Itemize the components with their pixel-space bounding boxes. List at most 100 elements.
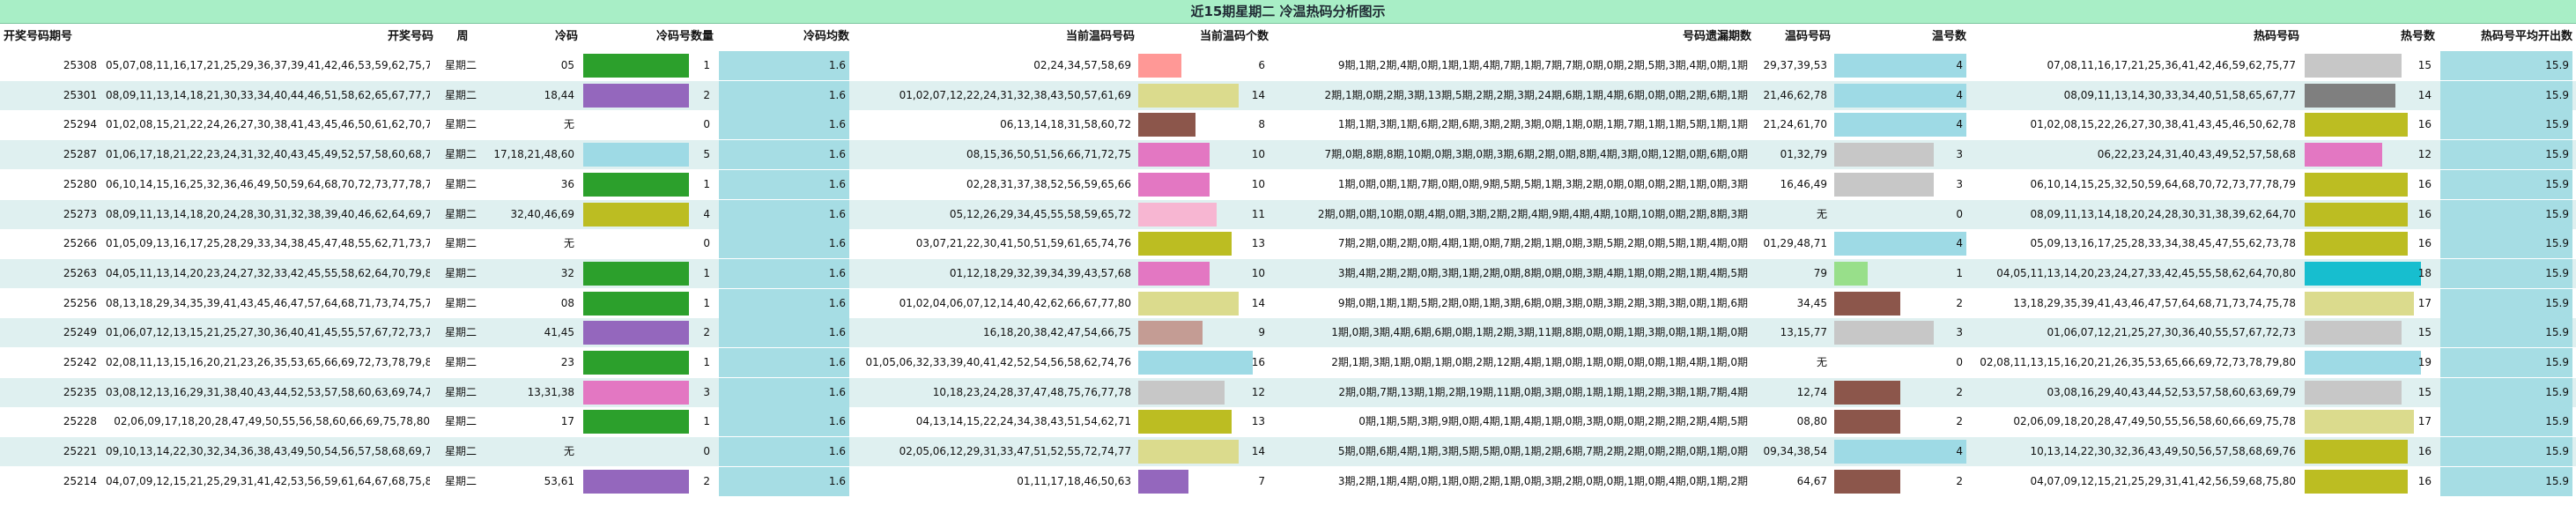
- warm-current-cell: 10,18,23,24,28,37,47,48,75,76,77,78: [932, 385, 1131, 398]
- hot-avg-cell: 15.9: [2545, 415, 2569, 428]
- table-row[interactable]: 25249 01,06,07,12,13,15,21,25,27,30,36,40…: [0, 318, 2576, 348]
- warm-current-cell: 02,05,06,12,29,31,33,47,51,52,55,72,74,7…: [899, 445, 1131, 458]
- cold-avg-cell: 1.6: [828, 266, 846, 279]
- warm-cell: 12,74: [1796, 385, 1827, 398]
- week-cell: 星期二: [444, 177, 477, 190]
- cold-avg-cell: 1.6: [828, 177, 846, 190]
- hot-count-cell: 16: [2417, 445, 2432, 458]
- hot-count-cell: 16: [2417, 177, 2432, 190]
- cold-cell: 08: [560, 296, 574, 309]
- warm-count-cell: 4: [1956, 237, 1963, 250]
- hot-count-cell: 17: [2417, 296, 2432, 309]
- warm-cell: 29,37,39,53: [1763, 59, 1827, 71]
- miss-cell: 5期,0期,6期,4期,1期,3期,5期,5期,0期,1期,2期,6期,7期,2…: [1337, 445, 1748, 458]
- warm-count-cell: 2: [1956, 474, 1963, 487]
- hot-count-cell: 16: [2417, 118, 2432, 131]
- cold-avg-cell: 1.6: [828, 118, 846, 131]
- cold-cell: 无: [563, 118, 574, 131]
- cold-count-cell: 5: [703, 148, 710, 161]
- numbers-cell: 02,06,09,17,18,20,28,47,49,50,55,56,58,6…: [114, 415, 430, 428]
- miss-cell: 1期,0期,0期,1期,7期,0期,0期,9期,5期,5期,1期,3期,2期,0…: [1337, 177, 1748, 190]
- warm-current-count-cell: 13: [1251, 237, 1265, 250]
- warm-cell: 79: [1813, 266, 1827, 279]
- table-row[interactable]: 25221 09,10,13,14,22,30,32,34,36,38,43,49…: [0, 437, 2576, 467]
- table-row[interactable]: 25235 03,08,12,13,16,29,31,38,40,43,44,52…: [0, 377, 2576, 407]
- header-cold[interactable]: 冷码: [488, 24, 578, 50]
- week-cell: 星期二: [444, 88, 477, 101]
- header-warm-current[interactable]: 当前温码号码: [855, 24, 1135, 50]
- sheet-title: 近15期星期二 冷温热码分析图示: [0, 0, 2576, 24]
- miss-cell: 3期,2期,1期,4期,0期,1期,0期,2期,1期,0期,3期,2期,0期,0…: [1337, 474, 1748, 487]
- header-hot-count[interactable]: 热号数: [2303, 24, 2435, 50]
- cold-avg-cell: 1.6: [828, 415, 846, 428]
- header-cold-avg[interactable]: 冷码均数: [719, 24, 849, 50]
- warm-count-cell: 4: [1956, 445, 1963, 458]
- hot-avg-cell: 15.9: [2545, 177, 2569, 190]
- table-row[interactable]: 25242 02,08,11,13,15,16,20,21,23,26,35,53…: [0, 348, 2576, 377]
- numbers-cell: 08,13,18,29,34,35,39,41,43,45,46,47,57,6…: [106, 296, 430, 309]
- cold-avg-cell: 1.6: [828, 148, 846, 161]
- miss-cell: 7期,0期,8期,8期,10期,0期,3期,0期,3期,6期,2期,0期,8期,…: [1324, 148, 1748, 161]
- warm-current-count-cell: 11: [1251, 207, 1265, 220]
- warm-count-cell: 3: [1956, 177, 1963, 190]
- warm-current-cell: 02,28,31,37,38,52,56,59,65,66: [966, 177, 1131, 190]
- warm-current-cell: 03,07,21,22,30,41,50,51,59,61,65,74,76: [915, 237, 1131, 250]
- week-cell: 星期二: [444, 296, 477, 309]
- header-warm-count[interactable]: 温号数: [1834, 24, 1966, 50]
- hot-cell: 01,06,07,12,21,25,27,30,36,40,55,57,67,7…: [2047, 326, 2296, 339]
- table-row[interactable]: 25228 02,06,09,17,18,20,28,47,49,50,55,56…: [0, 407, 2576, 437]
- cold-avg-cell: 1.6: [828, 474, 846, 487]
- week-cell: 星期二: [444, 356, 477, 368]
- hot-avg-cell: 15.9: [2545, 296, 2569, 309]
- hot-avg-cell: 15.9: [2545, 118, 2569, 131]
- cold-count-cell: 1: [703, 356, 710, 368]
- miss-cell: 3期,4期,2期,2期,0期,3期,1期,2期,0期,8期,0期,0期,3期,4…: [1337, 266, 1748, 279]
- week-cell: 星期二: [444, 148, 477, 161]
- table-row[interactable]: 25273 08,09,11,13,14,18,20,24,28,30,31,32…: [0, 199, 2576, 229]
- issue-cell: 25301: [63, 88, 97, 101]
- warm-current-cell: 04,13,14,15,22,24,34,38,43,51,54,62,71: [915, 415, 1131, 428]
- header-warm-current-count[interactable]: 当前温码个数: [1136, 24, 1269, 50]
- header-week[interactable]: 周: [440, 24, 485, 50]
- table-row[interactable]: 25266 01,05,09,13,16,17,25,28,29,33,34,38…: [0, 229, 2576, 259]
- header-miss[interactable]: 号码遗漏期数: [1272, 24, 1751, 50]
- table-row[interactable]: 25280 06,10,14,15,16,25,32,36,46,49,50,59…: [0, 169, 2576, 199]
- table-row[interactable]: 25256 08,13,18,29,34,35,39,41,43,45,46,47…: [0, 288, 2576, 318]
- table-row[interactable]: 25294 01,02,08,15,21,22,24,26,27,30,38,41…: [0, 110, 2576, 140]
- table-row[interactable]: 25214 04,07,09,12,15,21,25,29,31,41,42,53…: [0, 466, 2576, 496]
- header-hot[interactable]: 热码号码: [1970, 24, 2299, 50]
- cold-cell: 53,61: [544, 474, 574, 487]
- week-cell: 星期二: [444, 326, 477, 339]
- issue-cell: 25294: [63, 118, 97, 131]
- cold-avg-cell: 1.6: [828, 59, 846, 71]
- week-cell: 星期二: [444, 118, 477, 131]
- hot-cell: 07,08,11,16,17,21,25,36,41,42,46,59,62,7…: [2047, 59, 2296, 71]
- cold-cell: 13,31,38: [527, 385, 574, 398]
- table-row[interactable]: 25301 08,09,11,13,14,18,21,30,33,34,40,44…: [0, 80, 2576, 110]
- header-numbers[interactable]: 开奖号码: [106, 24, 433, 50]
- issue-cell: 25221: [63, 445, 97, 458]
- header-issue[interactable]: 开奖号码期号: [4, 24, 100, 50]
- week-cell: 星期二: [444, 237, 477, 250]
- issue-cell: 25287: [63, 148, 97, 161]
- cold-cell: 41,45: [544, 326, 574, 339]
- warm-current-count-cell: 14: [1251, 445, 1265, 458]
- warm-count-cell: 3: [1956, 148, 1963, 161]
- table-row[interactable]: 25287 01,06,17,18,21,22,23,24,31,32,40,43…: [0, 140, 2576, 170]
- header-warm[interactable]: 温码号码: [1753, 24, 1831, 50]
- warm-count-cell: 1: [1956, 266, 1963, 279]
- table-row[interactable]: 25263 04,05,11,13,14,20,23,24,27,32,33,42…: [0, 258, 2576, 288]
- week-cell: 星期二: [444, 385, 477, 398]
- header-cold-count[interactable]: 冷码号数量: [581, 24, 714, 50]
- header-hot-avg[interactable]: 热码号平均开出数: [2440, 24, 2572, 50]
- numbers-cell: 02,08,11,13,15,16,20,21,23,26,35,53,65,6…: [106, 356, 430, 368]
- hot-count-cell: 16: [2417, 207, 2432, 220]
- numbers-cell: 05,07,08,11,16,17,21,25,29,36,37,39,41,4…: [106, 59, 430, 71]
- issue-cell: 25266: [63, 237, 97, 250]
- hot-cell: 02,08,11,13,15,16,20,21,26,35,53,65,66,6…: [1980, 356, 2296, 368]
- miss-cell: 9期,1期,2期,4期,0期,1期,1期,4期,7期,1期,7期,7期,0期,0…: [1337, 59, 1748, 71]
- warm-count-cell: 4: [1956, 118, 1963, 131]
- cold-cell: 05: [560, 59, 574, 71]
- table-row[interactable]: 25308 05,07,08,11,16,17,21,25,29,36,37,39…: [0, 51, 2576, 80]
- warm-cell: 16,46,49: [1780, 177, 1827, 190]
